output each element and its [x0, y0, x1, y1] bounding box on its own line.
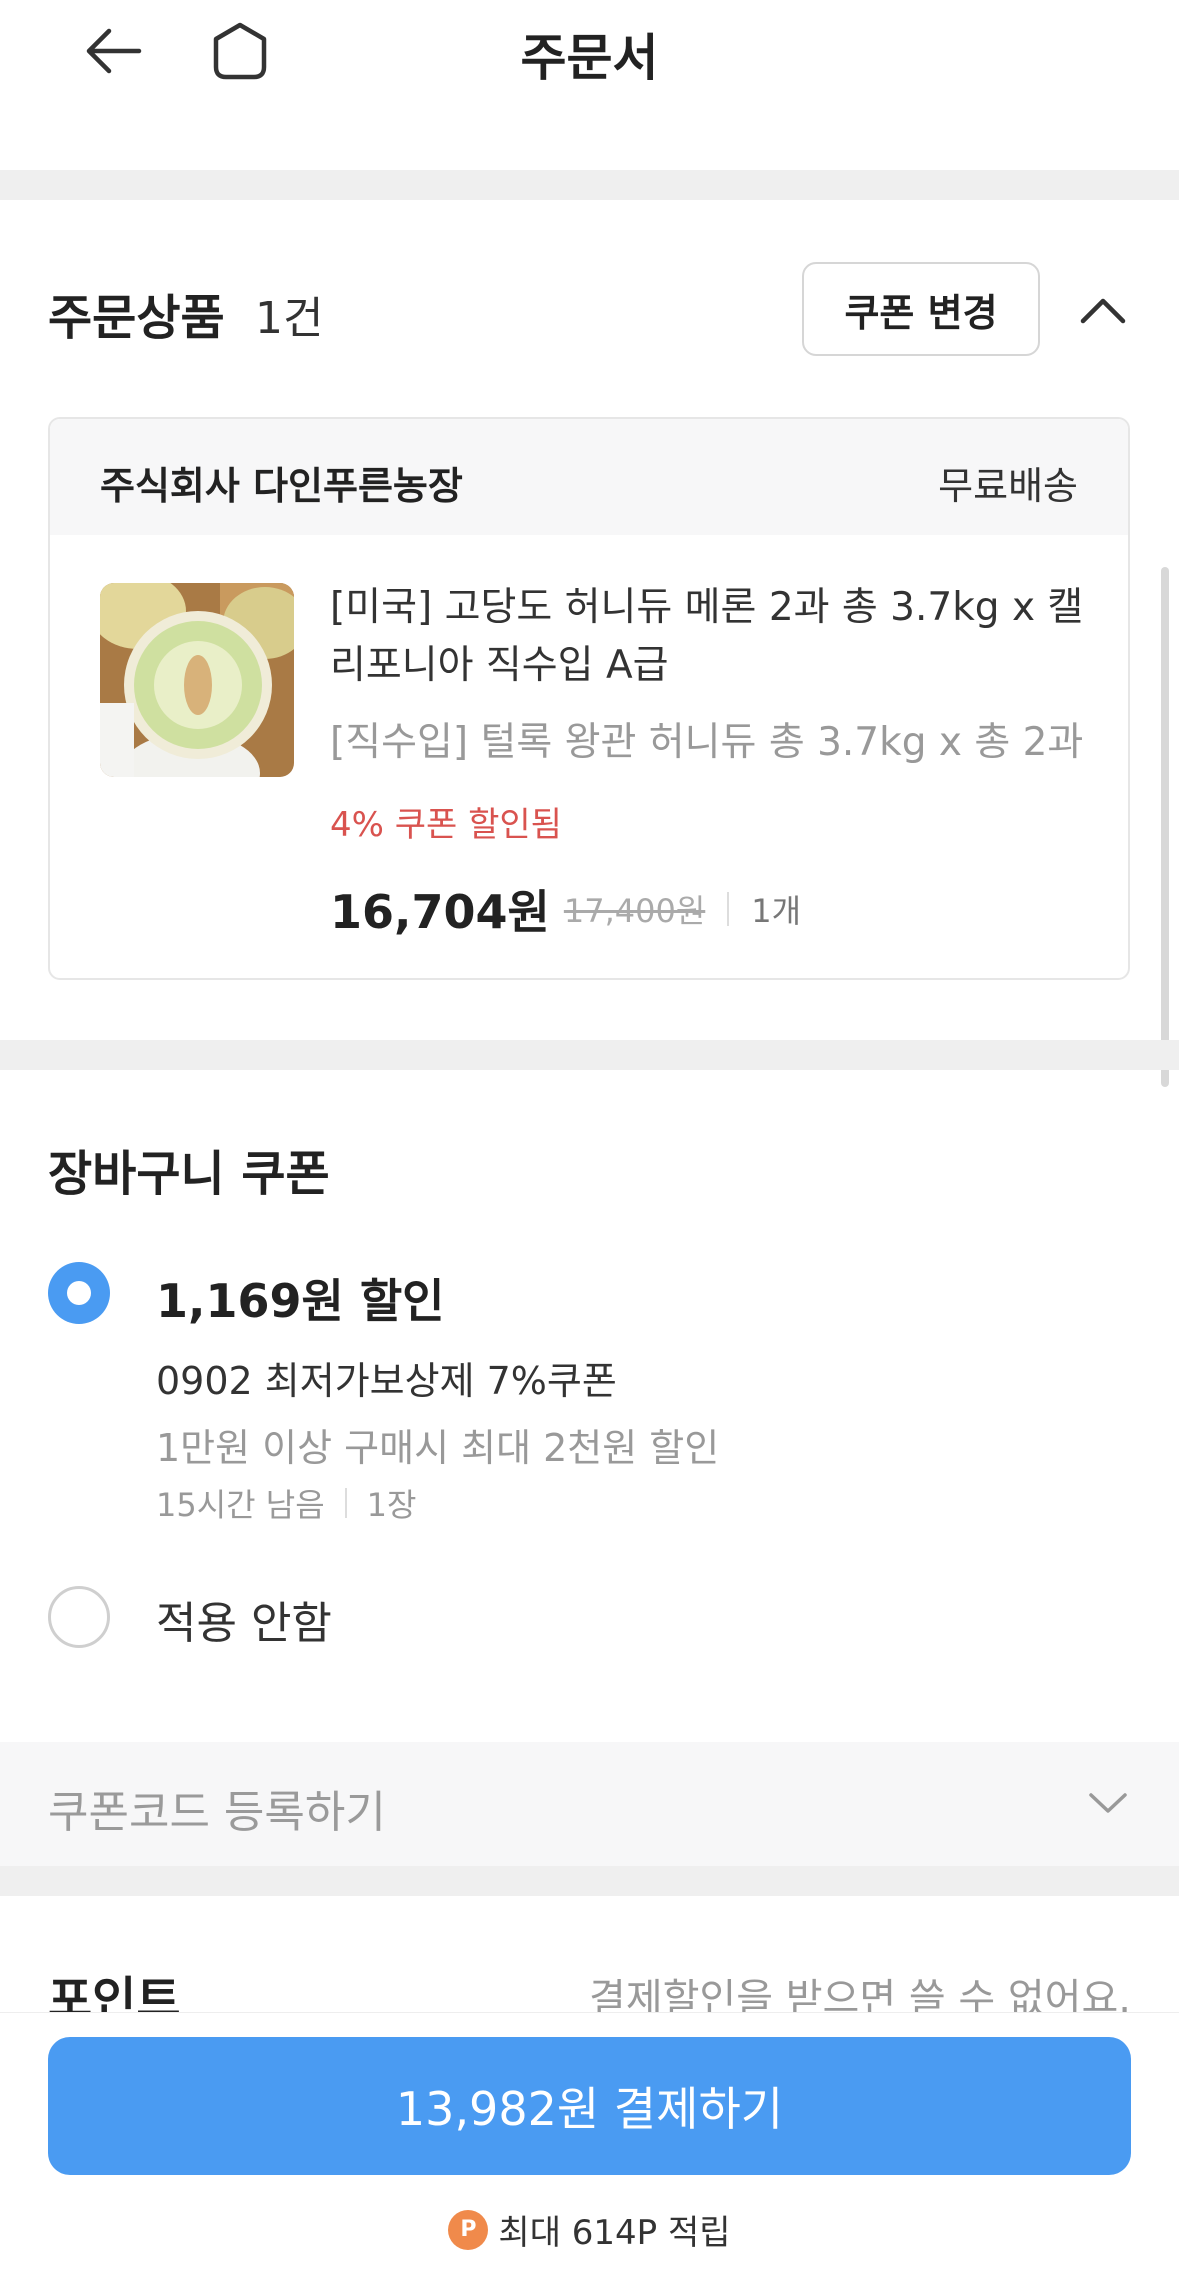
scrollbar[interactable] [1161, 567, 1169, 1087]
order-count: 1건 [255, 293, 324, 344]
coupon-change-button[interactable]: 쿠폰 변경 [802, 262, 1040, 356]
coupon-discount-amount[interactable]: 1,169원 할인 [156, 1265, 444, 1331]
product-quantity: 1개 [751, 892, 802, 930]
coupon-code-label: 쿠폰코드 등록하기 [48, 1787, 386, 1838]
coupon-time-left: 15시간 남음 [156, 1486, 325, 1524]
coupon-condition: 1만원 이상 구매시 최대 2천원 할인 [156, 1426, 720, 1470]
coupon-count: 1장 [366, 1486, 417, 1524]
collapse-button[interactable] [1078, 285, 1128, 335]
order-items-title: 주문상품 [48, 290, 225, 346]
coupon-code-toggle[interactable]: 쿠폰코드 등록하기 [0, 1742, 1179, 1866]
coupon-radio-selected[interactable] [48, 1262, 110, 1324]
shipping-info: 무료배송 [938, 464, 1078, 508]
page-title: 주문서 [520, 29, 659, 87]
header: 주문서 [0, 0, 1179, 170]
product-name: [미국] 고당도 허니듀 메론 2과 총 3.7kg x 캘리포니아 직수입 A… [330, 585, 1084, 688]
bottom-bar: 13,982원 결제하기 P 최대 614P 적립 [0, 2012, 1179, 2277]
chevron-down-icon [1085, 1780, 1131, 1826]
cart-coupon-title: 장바구니 쿠폰 [48, 1146, 330, 1202]
section-divider [0, 170, 1179, 200]
coupon-applied-note: 4% 쿠폰 할인됨 [330, 805, 562, 845]
coupon-name: 0902 최저가보상제 7%쿠폰 [156, 1359, 617, 1403]
coupon-meta: 15시간 남음 1장 [156, 1480, 416, 1526]
pay-button[interactable]: 13,982원 결제하기 [48, 2037, 1131, 2175]
seller-name: 주식회사 다인푸른농장 [100, 464, 463, 508]
product-thumbnail[interactable] [100, 583, 294, 777]
original-price: 17,400원 [563, 892, 706, 930]
no-coupon-label[interactable]: 적용 안함 [156, 1587, 332, 1651]
price-row: 16,704원 17,400원 1개 [330, 874, 801, 944]
section-divider [0, 1040, 1179, 1070]
chevron-up-icon [1080, 298, 1126, 324]
product-option: [직수입] 털록 왕관 허니듀 총 3.7kg x 총 2과 [330, 720, 1084, 765]
separator [727, 892, 730, 926]
point-badge-icon: P [448, 2209, 489, 2250]
product-price: 16,704원 [330, 885, 550, 939]
separator [344, 1488, 347, 1518]
no-coupon-radio[interactable] [48, 1586, 110, 1648]
product-card: 주식회사 다인푸른농장 무료배송 [미국] 고당도 허니듀 메론 2과 총 3.… [48, 417, 1130, 980]
section-divider [0, 1866, 1179, 1896]
reward-text: 최대 614P 적립 [498, 2213, 731, 2253]
reward-info: P 최대 614P 적립 [0, 2205, 1179, 2254]
seller-bar: 주식회사 다인푸른농장 무료배송 [50, 419, 1128, 535]
